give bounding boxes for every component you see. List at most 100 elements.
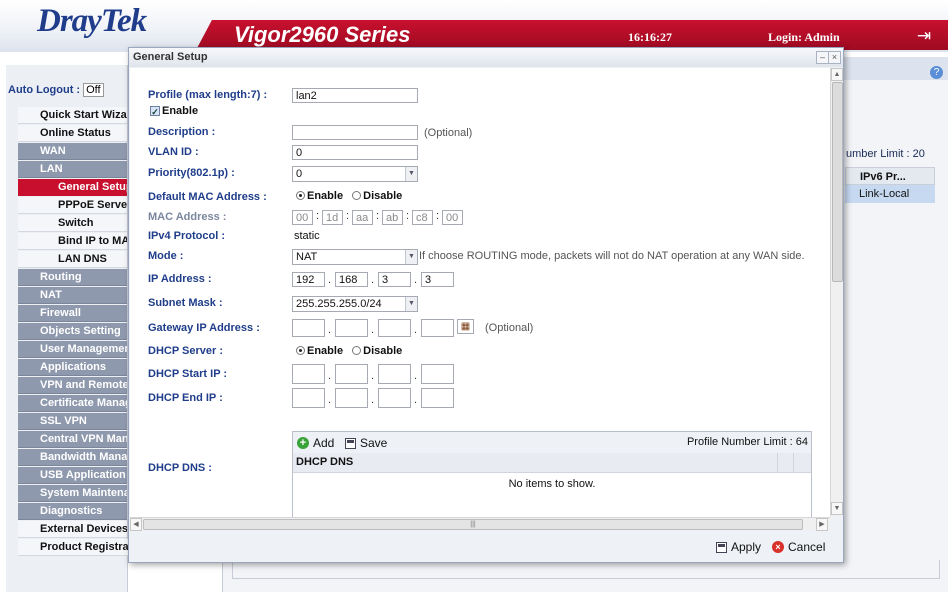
- sidebar-item-nat[interactable]: NAT: [18, 287, 127, 304]
- scroll-thumb[interactable]: |||: [143, 519, 803, 530]
- sidebar-item-system-maintenance[interactable]: System Maintenance: [18, 485, 127, 502]
- profile-label: Profile (max length:7) :: [148, 89, 268, 101]
- priority-select[interactable]: 0 ▼: [292, 166, 418, 182]
- gateway-octet-1[interactable]: [292, 319, 325, 337]
- sidebar-item-routing[interactable]: Routing: [18, 269, 127, 286]
- close-icon[interactable]: ×: [828, 51, 841, 64]
- dns-empty-message: No items to show.: [508, 478, 596, 490]
- dhcp-start-octet-1[interactable]: [292, 364, 325, 384]
- gateway-octet-4[interactable]: [421, 319, 454, 337]
- sidebar-item-objects-setting[interactable]: Objects Setting: [18, 323, 127, 340]
- sidebar-item-vpn-remote-access[interactable]: VPN and Remote Access: [18, 377, 127, 394]
- sidebar-item-lan-dns[interactable]: LAN DNS: [18, 251, 127, 268]
- sidebar-item-central-vpn[interactable]: Central VPN Management: [18, 431, 127, 448]
- mac-octet-5[interactable]: c8: [412, 210, 433, 225]
- radio-disable[interactable]: [352, 346, 362, 355]
- sidebar-item-applications[interactable]: Applications: [18, 359, 127, 376]
- radio-disable[interactable]: [352, 191, 362, 200]
- mac-octet-6[interactable]: 00: [442, 210, 463, 225]
- sidebar-item-switch[interactable]: Switch: [18, 215, 127, 232]
- chevron-down-icon: ▼: [405, 297, 417, 311]
- ipv4-protocol-value: static: [294, 230, 320, 242]
- dhcp-end-octet-3[interactable]: [378, 388, 411, 408]
- dhcp-start-octet-2[interactable]: [335, 364, 368, 384]
- ip-address-label: IP Address :: [148, 273, 212, 285]
- profile-input[interactable]: lan2: [292, 88, 418, 103]
- vlan-id-label: VLAN ID :: [148, 146, 199, 158]
- ip-octet-1[interactable]: 192: [292, 272, 325, 287]
- dns-column-header[interactable]: DHCP DNS: [296, 456, 353, 468]
- description-input[interactable]: [292, 125, 418, 140]
- dhcp-end-octet-2[interactable]: [335, 388, 368, 408]
- gateway-octet-2[interactable]: [335, 319, 368, 337]
- sidebar-item-external-devices[interactable]: External Devices: [18, 521, 127, 538]
- auto-logout: Auto Logout : Off: [8, 83, 104, 97]
- dhcp-dns-grid: + Add Save Profile Number Limit : 64 DHCP…: [292, 431, 812, 517]
- checkbox-checked-icon[interactable]: ✓: [150, 106, 160, 117]
- sidebar-item-diagnostics[interactable]: Diagnostics: [18, 503, 127, 520]
- scroll-right-icon[interactable]: ▶: [816, 518, 828, 531]
- dns-add-button[interactable]: + Add: [297, 436, 334, 450]
- dhcp-end-octet-4[interactable]: [421, 388, 454, 408]
- auto-logout-select[interactable]: Off: [83, 83, 104, 97]
- dns-toolbar: + Add Save Profile Number Limit : 64: [293, 432, 811, 454]
- sidebar-item-user-management[interactable]: User Management: [18, 341, 127, 358]
- gateway-optional-hint: (Optional): [485, 322, 534, 334]
- sidebar-item-certificate-management[interactable]: Certificate Management: [18, 395, 127, 412]
- logout-icon[interactable]: ⇥: [914, 26, 934, 46]
- radio-enable[interactable]: [296, 346, 305, 355]
- sidebar-item-ssl-vpn[interactable]: SSL VPN: [18, 413, 127, 430]
- ip-octet-4[interactable]: 3: [421, 272, 454, 287]
- dhcp-end-octet-1[interactable]: [292, 388, 325, 408]
- chevron-down-icon: ▼: [405, 167, 417, 181]
- subnet-mask-select[interactable]: 255.255.255.0/24 ▼: [292, 296, 418, 312]
- mac-octet-4[interactable]: ab: [382, 210, 403, 225]
- radio-enable[interactable]: [296, 191, 305, 200]
- dialog-footer: Apply × Cancel: [129, 531, 843, 562]
- dns-save-button[interactable]: Save: [345, 436, 387, 450]
- vertical-scrollbar[interactable]: ▲ ▼: [830, 68, 843, 516]
- sidebar-item-lan[interactable]: LAN: [18, 161, 127, 178]
- cancel-button[interactable]: × Cancel: [772, 540, 825, 554]
- sidebar-item-pppoe-server[interactable]: PPPoE Server: [18, 197, 127, 214]
- dhcp-dns-label: DHCP DNS :: [148, 462, 212, 474]
- scroll-up-icon[interactable]: ▲: [831, 68, 843, 81]
- dhcp-start-octet-3[interactable]: [378, 364, 411, 384]
- apply-button[interactable]: Apply: [716, 540, 761, 554]
- ip-octet-2[interactable]: 168: [335, 272, 368, 287]
- sidebar-item-usb-application[interactable]: USB Application: [18, 467, 127, 484]
- scroll-down-icon[interactable]: ▼: [831, 502, 843, 515]
- scroll-thumb[interactable]: [832, 82, 843, 282]
- add-icon: +: [297, 437, 309, 449]
- mode-hint: If choose ROUTING mode, packets will not…: [419, 250, 805, 262]
- vlan-id-input[interactable]: 0: [292, 145, 418, 160]
- sidebar-item-general-setup[interactable]: General Setup: [18, 179, 127, 196]
- sidebar-item-bind-ip-to-mac[interactable]: Bind IP to MAC: [18, 233, 127, 250]
- sidebar-item-quick-start-wizard[interactable]: Quick Start Wizard: [18, 107, 127, 124]
- mac-octet-2[interactable]: 1d: [322, 210, 343, 225]
- ipv4-protocol-label: IPv4 Protocol :: [148, 230, 226, 242]
- scroll-left-icon[interactable]: ◀: [130, 518, 142, 531]
- ip-octet-3[interactable]: 3: [378, 272, 411, 287]
- column-header-ipv6[interactable]: IPv6 Pr...: [845, 167, 935, 185]
- dhcp-start-octet-4[interactable]: [421, 364, 454, 384]
- dialog-title[interactable]: General Setup: [129, 48, 843, 67]
- sidebar-item-online-status[interactable]: Online Status: [18, 125, 127, 142]
- help-icon[interactable]: ?: [930, 66, 943, 79]
- enable-checkbox[interactable]: ✓ Enable: [150, 105, 198, 117]
- sidebar-item-firewall[interactable]: Firewall: [18, 305, 127, 322]
- general-setup-dialog: General Setup – × Profile (max length:7)…: [128, 47, 844, 563]
- model-name: Vigor2960 Series: [234, 22, 411, 47]
- calendar-icon[interactable]: ▦: [457, 319, 474, 334]
- gateway-octet-3[interactable]: [378, 319, 411, 337]
- table-row[interactable]: Link-Local: [845, 185, 935, 203]
- sidebar-item-wan[interactable]: WAN: [18, 143, 127, 160]
- mac-octet-1[interactable]: 00: [292, 210, 313, 225]
- mode-select[interactable]: NAT ▼: [292, 249, 418, 265]
- default-mac-radio-group: Enable Disable: [296, 190, 408, 202]
- mac-octet-3[interactable]: aa: [352, 210, 373, 225]
- mac-address-label: MAC Address :: [148, 211, 227, 223]
- save-icon: [345, 437, 356, 449]
- sidebar-item-bandwidth-management[interactable]: Bandwidth Management: [18, 449, 127, 466]
- horizontal-scrollbar[interactable]: ◀ ||| ▶: [130, 517, 830, 531]
